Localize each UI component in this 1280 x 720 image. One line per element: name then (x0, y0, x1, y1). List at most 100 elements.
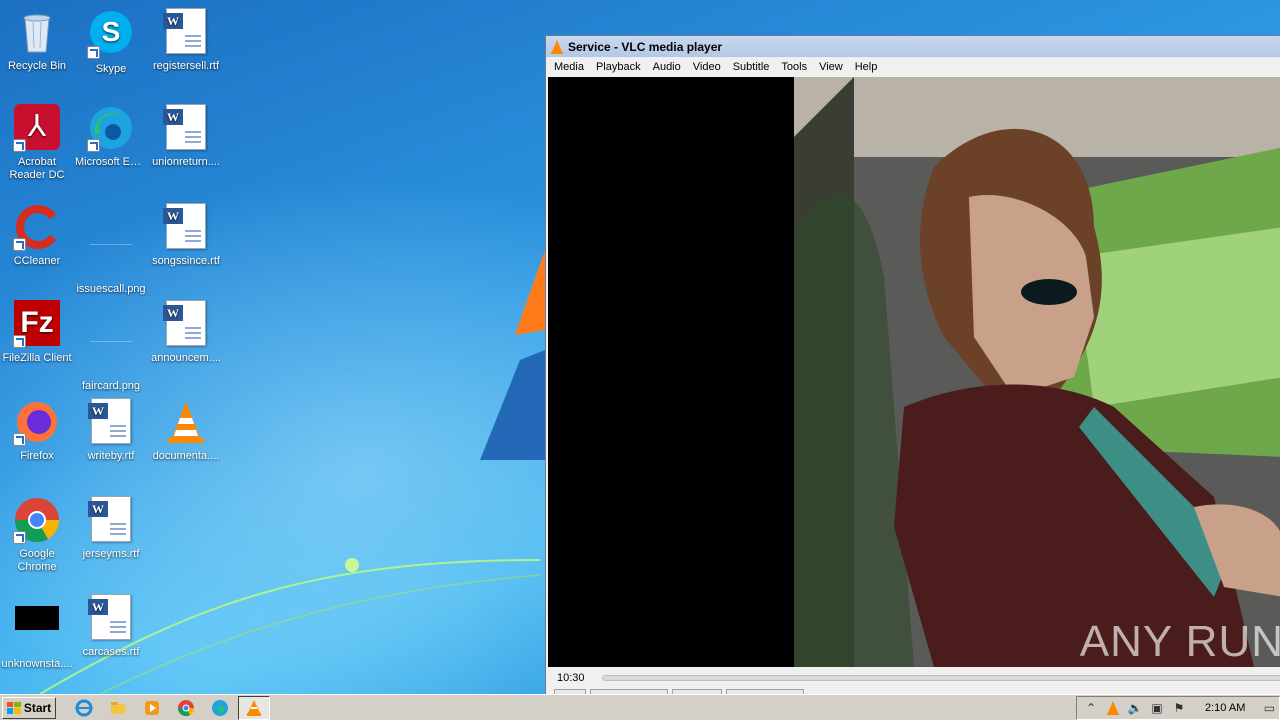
word-document-icon: W (162, 203, 210, 251)
taskbar-media-player[interactable] (136, 696, 168, 720)
show-desktop-icon[interactable]: ▭ (1261, 700, 1277, 716)
start-label: Start (23, 700, 52, 715)
vlc-titlebar[interactable]: Service - VLC media player (546, 36, 1280, 57)
taskbar-vlc[interactable] (238, 695, 270, 720)
chrome-icon (13, 496, 61, 544)
system-tray: ⌃ 🔈 ▣ ⚑ 2:10 AM ▭ (1076, 696, 1280, 720)
desktop-icon-documenta[interactable]: documenta.... (149, 398, 223, 463)
menu-playback[interactable]: Playback (590, 61, 647, 73)
desktop-icon-label: Recycle Bin (7, 60, 67, 72)
vlc-tray-icon[interactable] (1105, 700, 1121, 716)
taskbar-edge[interactable] (204, 696, 236, 720)
desktop-icon-writeby[interactable]: W writeby.rtf (74, 398, 148, 463)
acrobat-icon: ⅄ (13, 104, 61, 152)
black-file-icon (13, 606, 61, 654)
filezilla-icon: Fz (13, 300, 61, 348)
menu-help[interactable]: Help (849, 61, 884, 73)
taskbar-explorer[interactable] (102, 696, 134, 720)
word-document-icon: W (87, 594, 135, 642)
windows-logo-icon (6, 701, 21, 714)
desktop-icon-firefox[interactable]: Firefox (0, 398, 74, 463)
desktop-icon-label: carcases.rtf (82, 646, 140, 658)
elapsed-time: 10:30 (557, 672, 585, 684)
desktop-icon-carcases[interactable]: W carcases.rtf (74, 594, 148, 659)
desktop-icon-label: Skype (95, 63, 127, 75)
desktop-icon-unknownsta[interactable]: unknownsta.... (0, 594, 74, 671)
desktop-icon-songssince[interactable]: W songssince.rtf (149, 203, 223, 268)
menu-view[interactable]: View (813, 61, 849, 73)
desktop-icon-label: writeby.rtf (87, 450, 135, 462)
desktop-icon-label: jerseyms.rtf (82, 548, 140, 560)
explorer-icon (111, 701, 125, 714)
desktop-icon-recycle-bin[interactable]: Recycle Bin (0, 8, 74, 73)
desktop-icon-registersell[interactable]: W registersell.rtf (149, 8, 223, 73)
png-file-icon (87, 328, 135, 376)
edge-icon (212, 699, 228, 716)
menu-tools[interactable]: Tools (775, 61, 813, 73)
menu-video[interactable]: Video (687, 61, 727, 73)
edge-icon (87, 104, 135, 152)
video-area[interactable]: ANY RUN (548, 77, 1280, 667)
vlc-file-icon (162, 398, 210, 446)
desktop-icon-label: Google Chrome (17, 548, 57, 573)
vlc-menubar: Media Playback Audio Video Subtitle Tool… (546, 57, 1280, 76)
word-document-icon: W (87, 398, 135, 446)
vlc-icon (247, 699, 261, 716)
clock[interactable]: 2:10 AM (1205, 702, 1245, 714)
show-hidden-icons-icon[interactable]: ⌃ (1083, 700, 1099, 716)
firefox-icon (13, 398, 61, 446)
desktop-icon-ccleaner[interactable]: CCleaner (0, 203, 74, 268)
video-frame (794, 77, 1280, 667)
taskbar: Start ⌃ 🔈 ▣ ⚑ 2:10 AM ▭ (0, 694, 1280, 720)
skype-icon: S (87, 11, 135, 59)
taskbar-ie[interactable] (68, 696, 100, 720)
recycle-bin-icon (13, 8, 61, 56)
ccleaner-icon (13, 203, 61, 251)
desktop-icon-edge[interactable]: Microsoft Edge (74, 104, 148, 169)
ie-icon (75, 699, 93, 716)
word-document-icon: W (162, 8, 210, 56)
desktop-icon-label: announcem.... (151, 352, 221, 364)
menu-audio[interactable]: Audio (647, 61, 687, 73)
desktop-icon-faircard[interactable]: faircard.png (74, 300, 148, 393)
volume-icon[interactable]: 🔈 (1127, 700, 1143, 716)
desktop-icon-label: unknownsta.... (1, 658, 73, 670)
desktop-icon-label: unionreturn.... (152, 156, 220, 168)
vlc-window-title: Service - VLC media player (568, 39, 723, 54)
chrome-icon (177, 699, 195, 716)
media-player-icon (145, 700, 159, 715)
vlc-window[interactable]: Service - VLC media player Media Playbac… (545, 35, 1280, 701)
vlc-cone-icon (551, 39, 563, 54)
action-center-flag-icon[interactable]: ⚑ (1171, 700, 1187, 716)
menu-subtitle[interactable]: Subtitle (727, 61, 776, 73)
taskbar-chrome[interactable] (170, 696, 202, 720)
desktop-icon-label: faircard.png (81, 380, 141, 392)
desktop-icon-jerseyms[interactable]: W jerseyms.rtf (74, 496, 148, 561)
taskbar-apps (68, 695, 270, 720)
desktop-icon-label: FileZilla Client (2, 352, 72, 364)
word-document-icon: W (162, 104, 210, 152)
desktop-icon-issuescall[interactable]: issuescall.png (74, 203, 148, 296)
start-button[interactable]: Start (2, 696, 56, 719)
seek-bar[interactable] (602, 675, 1280, 681)
desktop-icon-skype[interactable]: S Skype (74, 8, 148, 76)
desktop-icon-announcem[interactable]: W announcem.... (149, 300, 223, 365)
desktop-icon-label: registersell.rtf (152, 60, 220, 72)
desktop-icon-label: songssince.rtf (152, 255, 220, 267)
word-document-icon: W (162, 300, 210, 348)
menu-media[interactable]: Media (548, 61, 590, 73)
desktop-icon-filezilla[interactable]: Fz FileZilla Client (0, 300, 74, 365)
desktop-icon-chrome[interactable]: Google Chrome (0, 496, 74, 574)
png-file-icon (87, 231, 135, 279)
anyrun-watermark: ANY RUN (1079, 617, 1280, 666)
network-icon[interactable]: ▣ (1149, 700, 1165, 716)
desktop-icon-label: CCleaner (13, 255, 61, 267)
desktop-icon-label: documenta.... (152, 450, 220, 462)
desktop-icon-label: Acrobat Reader DC (9, 156, 65, 181)
desktop-icon-unionreturn[interactable]: W unionreturn.... (149, 104, 223, 169)
desktop-icon-label: Firefox (20, 450, 54, 462)
desktop-icon-label: issuescall.png (76, 283, 146, 295)
desktop-icon-acrobat[interactable]: ⅄ Acrobat Reader DC (0, 104, 74, 182)
word-document-icon: W (87, 496, 135, 544)
desktop-icon-label: Microsoft Edge (75, 156, 148, 168)
